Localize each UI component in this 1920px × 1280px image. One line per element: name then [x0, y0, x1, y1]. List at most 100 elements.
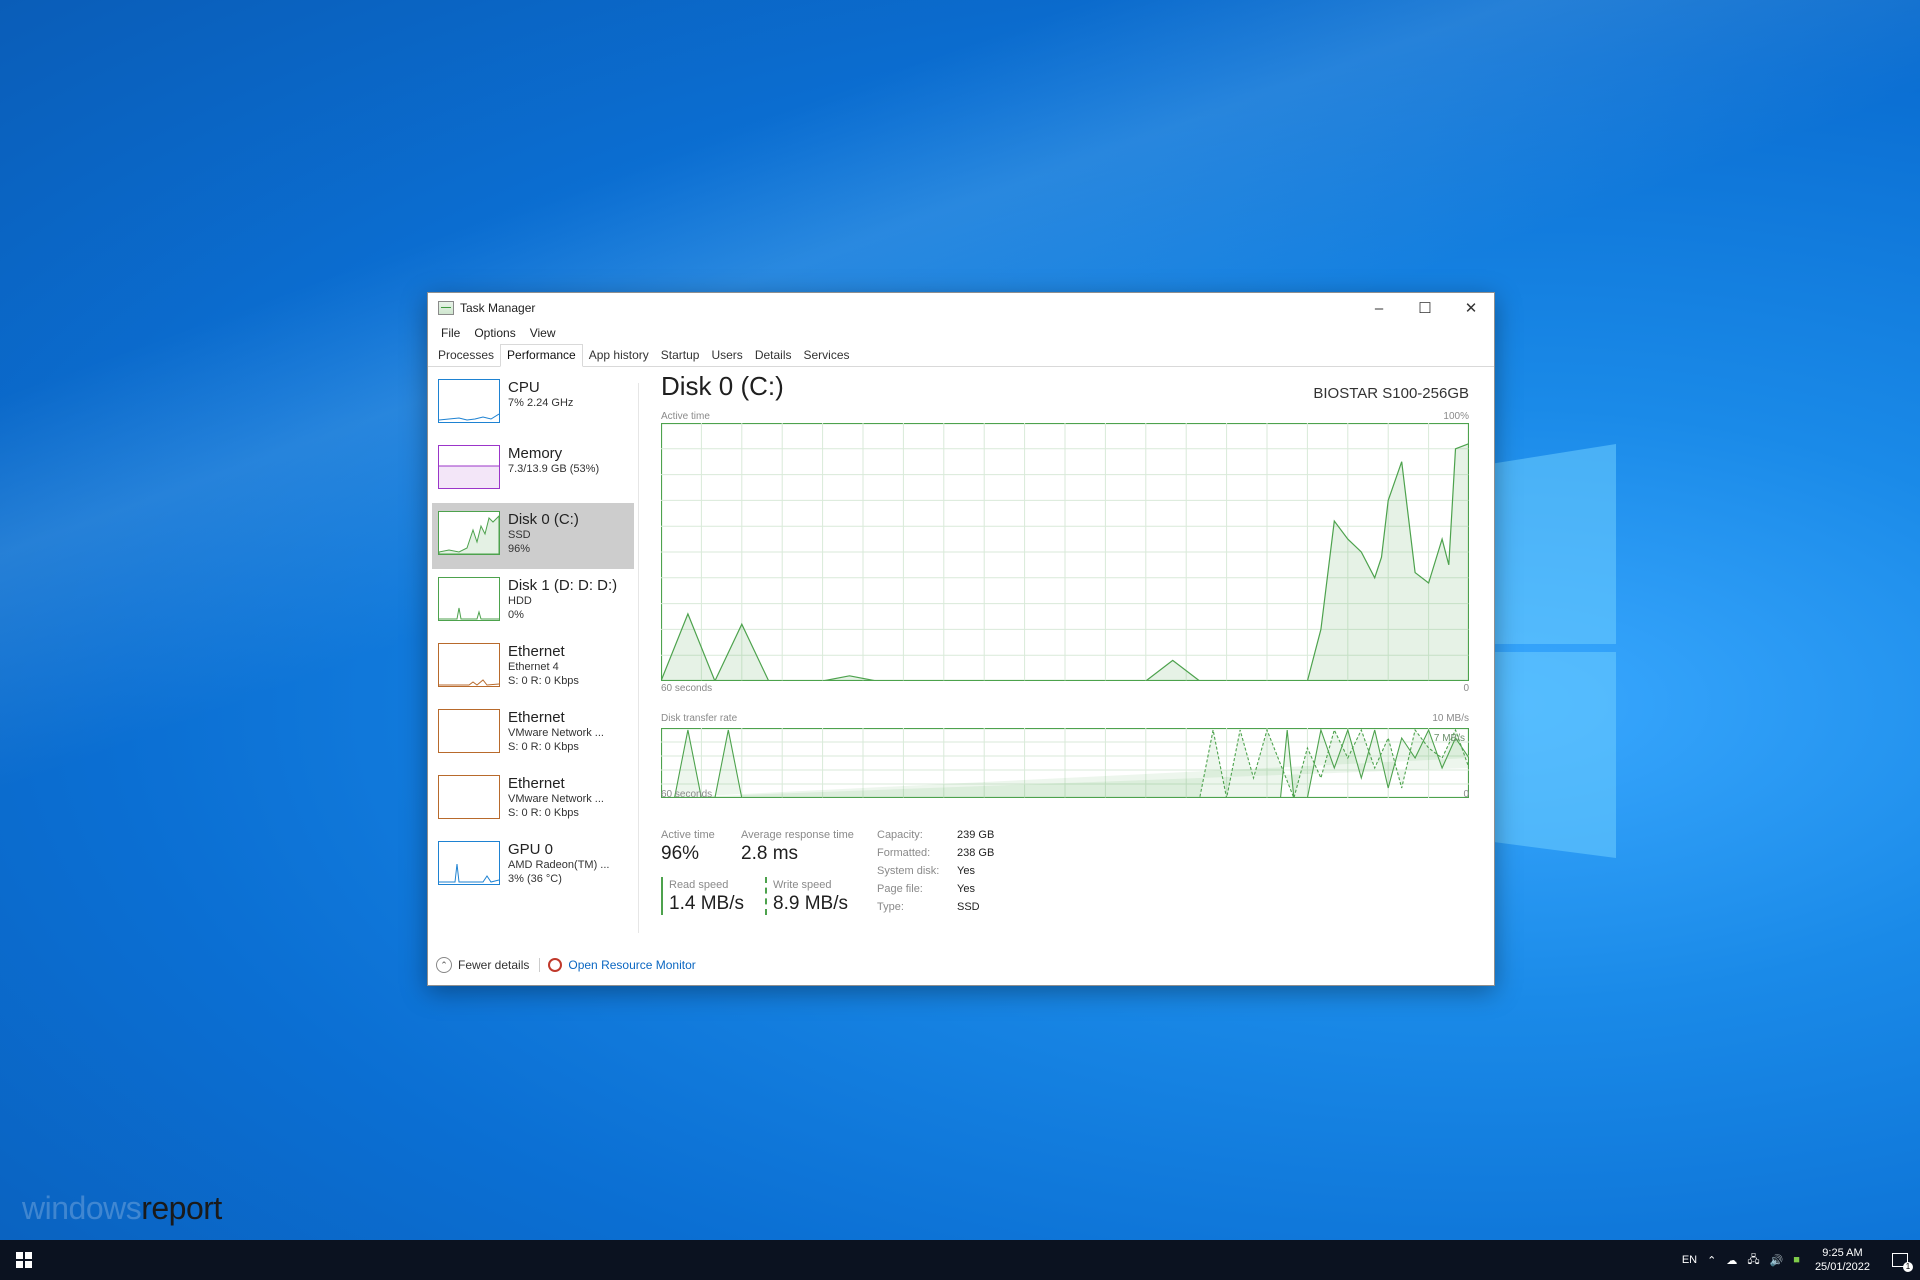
resource-gpu-0[interactable]: GPU 0 AMD Radeon(TM) ... 3% (36 °C): [432, 833, 634, 899]
transfer-rate-seconds-label: 60 seconds: [661, 789, 713, 800]
active-time-chart: [661, 423, 1469, 681]
resource-ethernet-4[interactable]: Ethernet Ethernet 4 S: 0 R: 0 Kbps: [432, 635, 634, 701]
type-label: Type:: [877, 901, 904, 913]
clock-time: 9:25 AM: [1822, 1247, 1863, 1259]
avg-response-stat-value: 2.8 ms: [741, 843, 799, 864]
resource-disk-0[interactable]: Disk 0 (C:) SSD 96%: [432, 503, 634, 569]
resource-detail: VMware Network ...: [508, 793, 604, 805]
ethernet-thumbnail-graph: [438, 775, 500, 819]
menu-file[interactable]: File: [434, 326, 467, 340]
menu-view[interactable]: View: [523, 326, 563, 340]
tab-processes[interactable]: Processes: [432, 345, 500, 366]
resource-name: Memory: [508, 445, 563, 462]
gpu-thumbnail-graph: [438, 841, 500, 885]
resource-detail: 7.3/13.9 GB (53%): [508, 463, 600, 475]
read-speed-label: Read speed: [669, 879, 729, 891]
write-speed-label: Write speed: [773, 879, 832, 891]
open-resource-monitor-link[interactable]: Open Resource Monitor: [568, 958, 695, 972]
close-button[interactable]: ✕: [1448, 293, 1494, 323]
menu-options[interactable]: Options: [467, 326, 522, 340]
resource-monitor-icon[interactable]: [548, 958, 563, 972]
task-manager-icon: [438, 301, 454, 315]
transfer-rate-marker-label: 7 MB/s: [1433, 733, 1465, 744]
maximize-button[interactable]: ☐: [1402, 293, 1448, 323]
resource-detail: VMware Network ...: [508, 727, 604, 739]
active-time-stat-label: Active time: [661, 829, 715, 841]
task-manager-window: Task Manager – ☐ ✕ File Options View Pro…: [427, 292, 1495, 986]
tab-startup[interactable]: Startup: [655, 345, 706, 366]
resource-usage: 96%: [508, 543, 531, 555]
disk-1-thumbnail-graph: [438, 577, 500, 621]
windows-logo-wallpaper: [1490, 430, 1620, 860]
ethernet-thumbnail-graph: [438, 709, 500, 753]
page-file-label: Page file:: [877, 883, 923, 895]
ethernet-thumbnail-graph: [438, 643, 500, 687]
read-speed-value: 1.4 MB/s: [669, 893, 744, 914]
capacity-label: Capacity:: [877, 829, 923, 841]
notification-icon: [1892, 1253, 1913, 1272]
tab-performance[interactable]: Performance: [500, 344, 583, 367]
tab-bar: Processes Performance App history Startu…: [428, 343, 1494, 367]
notification-center-button[interactable]: [1880, 1240, 1920, 1280]
minimize-button[interactable]: –: [1356, 293, 1402, 323]
avg-response-stat-label: Average response time: [741, 829, 854, 841]
resource-detail: 7% 2.24 GHz: [508, 397, 574, 409]
title-bar[interactable]: Task Manager – ☐ ✕: [428, 293, 1494, 323]
resource-usage: 3% (36 °C): [508, 873, 562, 885]
resource-name: CPU: [508, 379, 540, 396]
footer-bar: ⌃ Fewer details Open Resource Monitor: [436, 957, 696, 973]
resource-usage: 0%: [508, 609, 524, 621]
transfer-rate-chart: [661, 728, 1469, 798]
nvidia-icon[interactable]: ■: [1788, 1254, 1805, 1266]
active-time-axis-label: Active time: [661, 411, 710, 422]
resource-usage: S: 0 R: 0 Kbps: [508, 741, 579, 753]
resource-name: GPU 0: [508, 841, 554, 858]
start-button[interactable]: [0, 1240, 48, 1280]
tab-details[interactable]: Details: [749, 345, 798, 366]
resource-ethernet-vmware-1[interactable]: Ethernet VMware Network ... S: 0 R: 0 Kb…: [432, 701, 634, 767]
tab-app-history[interactable]: App history: [583, 345, 655, 366]
tray-chevron-icon[interactable]: ⌃: [1702, 1254, 1721, 1267]
fewer-details-link[interactable]: Fewer details: [458, 958, 529, 972]
disk-detail-panel: Disk 0 (C:) BIOSTAR S100-256GB Active ti…: [661, 371, 1469, 915]
resource-memory[interactable]: Memory 7.3/13.9 GB (53%): [432, 437, 634, 503]
watermark-logo: windowsreport: [22, 1190, 222, 1227]
resource-cpu[interactable]: CPU 7% 2.24 GHz: [432, 371, 634, 437]
network-icon[interactable]: 🖧: [1742, 1251, 1764, 1270]
onedrive-icon[interactable]: ☁: [1721, 1254, 1742, 1267]
language-indicator[interactable]: EN: [1677, 1254, 1702, 1266]
taskbar: EN ⌃ ☁ 🖧 🔊 ■ 9:25 AM 25/01/2022: [0, 1240, 1920, 1280]
transfer-rate-min-label: 0: [1463, 789, 1469, 800]
clock[interactable]: 9:25 AM 25/01/2022: [1805, 1246, 1880, 1274]
resource-name: Disk 0 (C:): [508, 511, 579, 528]
volume-icon[interactable]: 🔊: [1765, 1254, 1789, 1267]
formatted-label: Formatted:: [877, 847, 931, 859]
system-disk-value: Yes: [957, 865, 975, 877]
resource-name: Ethernet: [508, 775, 565, 792]
resource-detail: AMD Radeon(TM) ...: [508, 859, 610, 871]
system-disk-label: System disk:: [877, 865, 940, 877]
transfer-rate-max-label: 10 MB/s: [1432, 713, 1469, 724]
tab-users[interactable]: Users: [705, 345, 748, 366]
write-speed-indicator: [765, 877, 767, 915]
resource-detail: Ethernet 4: [508, 661, 559, 673]
cpu-thumbnail-graph: [438, 379, 500, 423]
resource-name: Ethernet: [508, 643, 565, 660]
chevron-up-icon[interactable]: ⌃: [436, 957, 452, 973]
panel-divider: [638, 383, 639, 933]
disk-model: BIOSTAR S100-256GB: [1313, 385, 1469, 402]
tab-services[interactable]: Services: [798, 345, 856, 366]
resource-usage: S: 0 R: 0 Kbps: [508, 807, 579, 819]
watermark-part-1: windows: [22, 1190, 142, 1226]
resource-ethernet-vmware-2[interactable]: Ethernet VMware Network ... S: 0 R: 0 Kb…: [432, 767, 634, 833]
active-time-stat-value: 96%: [661, 843, 700, 864]
disk-0-thumbnail-graph: [438, 511, 500, 555]
window-title: Task Manager: [460, 301, 536, 315]
clock-date: 25/01/2022: [1814, 1261, 1870, 1273]
type-value: SSD: [957, 901, 980, 913]
menu-bar: File Options View: [428, 323, 1494, 343]
resource-usage: S: 0 R: 0 Kbps: [508, 675, 579, 687]
windows-start-icon: [16, 1252, 32, 1268]
resource-name: Ethernet: [508, 709, 565, 726]
resource-disk-1[interactable]: Disk 1 (D: D: D:) HDD 0%: [432, 569, 634, 635]
